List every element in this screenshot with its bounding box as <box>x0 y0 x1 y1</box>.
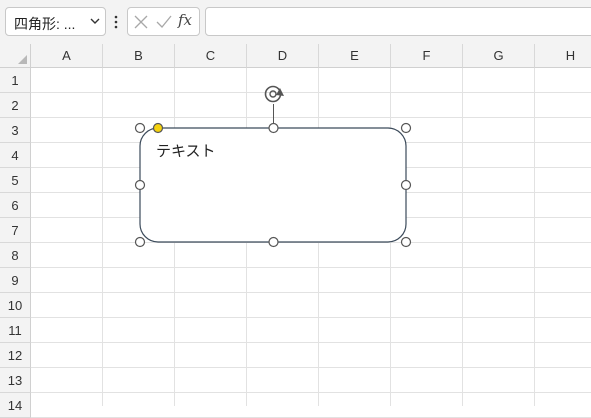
resize-handle-top-right[interactable] <box>400 122 412 134</box>
resize-handle-top-left[interactable] <box>134 122 146 134</box>
resize-handle-top[interactable] <box>268 122 279 134</box>
resize-handle-bottom-left[interactable] <box>134 236 146 248</box>
shape-text[interactable]: テキスト <box>156 140 216 161</box>
resize-handle-bottom[interactable] <box>268 236 279 248</box>
shape-layer <box>134 85 412 248</box>
corner-adjust-handle[interactable] <box>152 122 164 134</box>
resize-handle-right[interactable] <box>400 179 412 191</box>
rotate-icon[interactable] <box>264 85 285 103</box>
resize-handle-left[interactable] <box>134 179 146 191</box>
resize-handle-bottom-right[interactable] <box>400 236 412 248</box>
